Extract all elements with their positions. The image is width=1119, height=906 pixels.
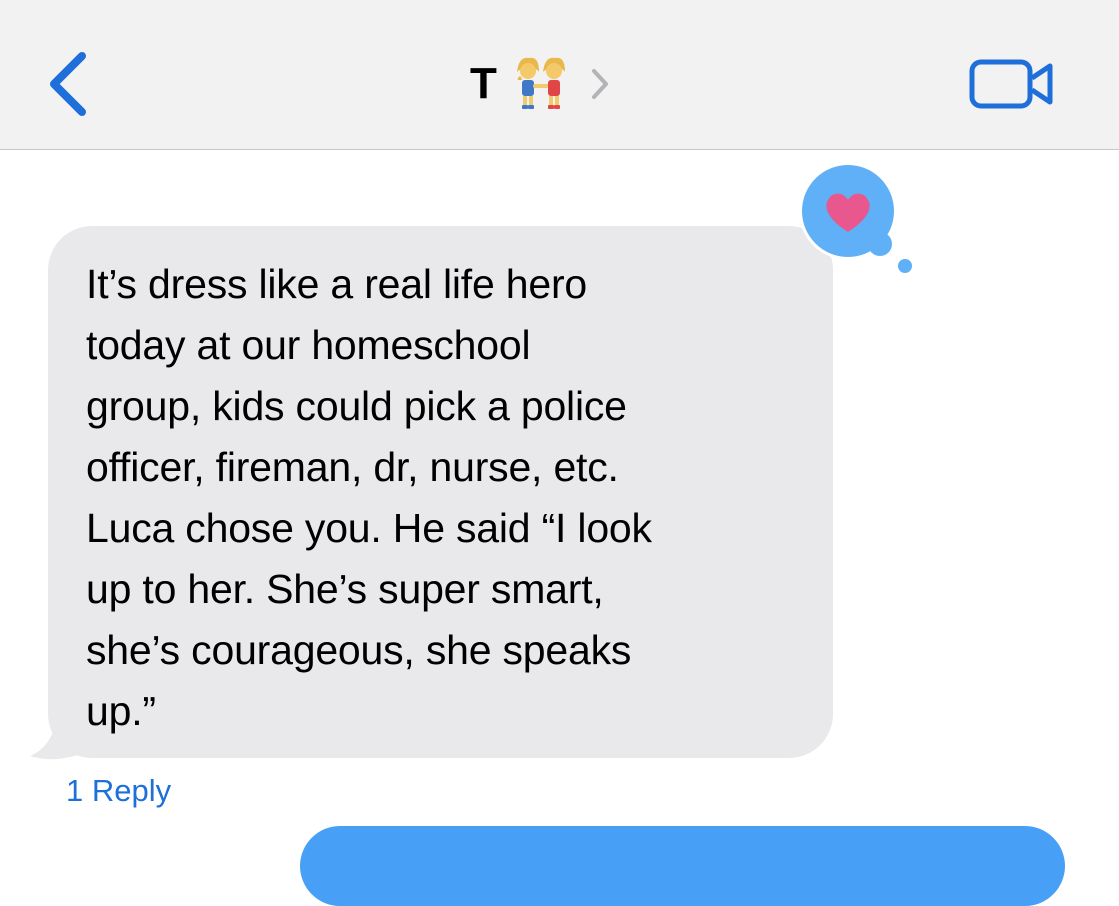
incoming-message-bubble[interactable]: It’s dress like a real life hero today a…	[48, 226, 833, 758]
chevron-left-icon	[50, 52, 86, 116]
contact-name: T	[470, 59, 497, 108]
message-text: It’s dress like a real life hero today a…	[86, 261, 652, 734]
outgoing-message-bubble[interactable]	[300, 826, 1065, 906]
video-camera-icon	[969, 59, 1053, 109]
thread-reply-link[interactable]: 1 Reply	[66, 773, 171, 809]
back-button[interactable]	[40, 44, 100, 124]
tapback-reaction[interactable]	[796, 160, 918, 278]
contact-title[interactable]: T	[470, 44, 611, 124]
chevron-right-icon	[591, 69, 608, 99]
two-women-holding-hands-icon	[516, 57, 565, 109]
conversation-header: T	[0, 0, 1119, 150]
facetime-video-button[interactable]	[966, 56, 1058, 112]
